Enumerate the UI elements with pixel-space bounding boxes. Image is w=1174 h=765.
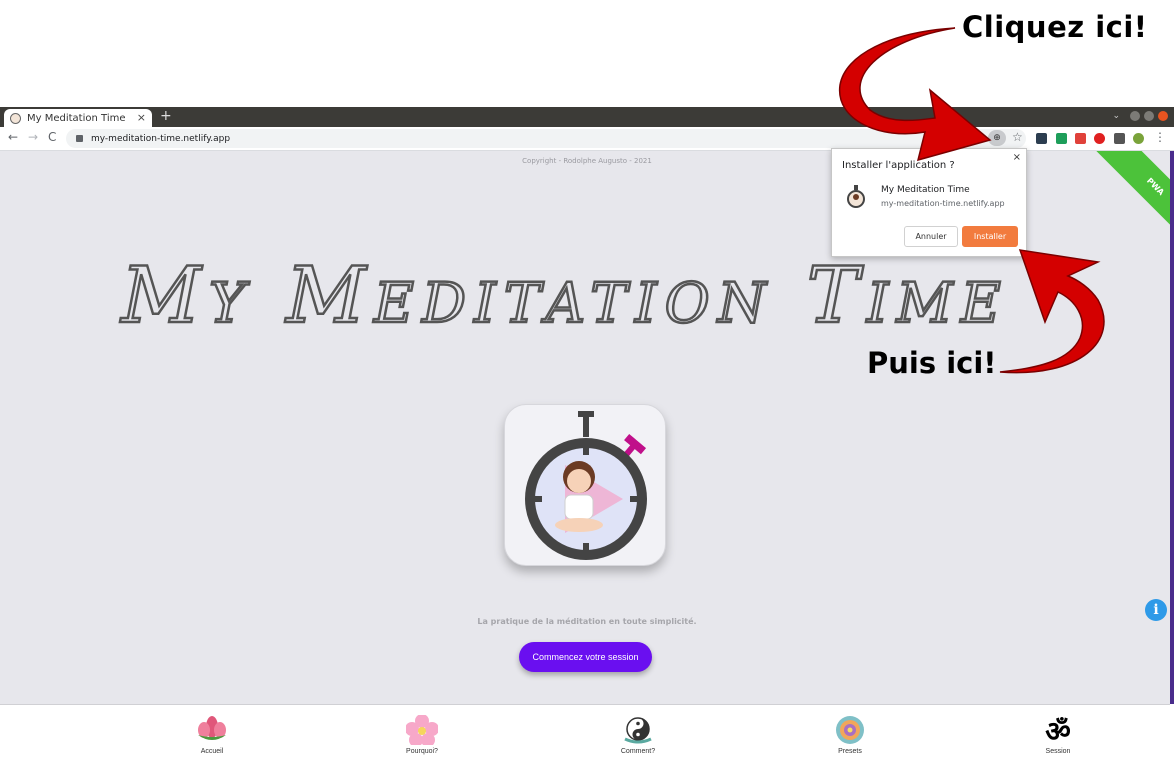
nav-item-session[interactable]: ॐ Session: [1008, 715, 1108, 755]
favicon-icon: [10, 112, 21, 124]
tab-close-icon[interactable]: ×: [137, 111, 146, 124]
extension-block-icon[interactable]: [1094, 133, 1105, 144]
page-title: My Meditation Time: [120, 250, 1009, 343]
tab-title: My Meditation Time: [27, 112, 126, 124]
window-controls: ⌄: [1112, 111, 1168, 121]
maximize-button[interactable]: [1144, 111, 1154, 121]
address-bar[interactable]: my-meditation-time.netlify.app: [66, 129, 1026, 148]
page-edge-bar: [1170, 151, 1174, 704]
svg-text:ॐ: ॐ: [1045, 715, 1071, 745]
profile-avatar[interactable]: [1133, 133, 1144, 144]
dialog-app-url: my-meditation-time.netlify.app: [881, 199, 1005, 208]
mandala-icon: [836, 716, 864, 744]
dialog-close-icon[interactable]: ×: [1013, 152, 1021, 163]
nav-label-pourquoi: Pourquoi?: [406, 748, 438, 755]
app-logo: [504, 404, 666, 566]
install-app-icon[interactable]: ⊕: [988, 130, 1006, 146]
start-session-button[interactable]: Commencez votre session: [519, 642, 652, 672]
dialog-app-name: My Meditation Time: [881, 185, 970, 195]
extension-dark-icon[interactable]: [1036, 133, 1047, 144]
back-button[interactable]: ←: [8, 130, 18, 144]
annotation-click-here: Cliquez ici!: [962, 10, 1148, 44]
stopwatch-meditation-icon: [525, 411, 647, 560]
dialog-app-icon: [847, 185, 865, 208]
url-text: my-meditation-time.netlify.app: [91, 133, 231, 144]
cancel-button[interactable]: Annuler: [904, 226, 958, 247]
lock-icon: [76, 135, 83, 142]
nav-item-presets[interactable]: Presets: [800, 715, 900, 755]
flower-icon: [406, 715, 438, 745]
install-button[interactable]: Installer: [962, 226, 1018, 247]
yin-yang-icon: [624, 717, 652, 744]
nav-label-presets: Presets: [838, 748, 862, 755]
tab-search-icon[interactable]: ⌄: [1112, 111, 1120, 121]
nav-label-session: Session: [1045, 748, 1071, 755]
nav-item-comment[interactable]: Comment?: [588, 715, 688, 755]
close-window-button[interactable]: [1158, 111, 1168, 121]
om-icon: ॐ: [1045, 715, 1071, 745]
nav-item-pourquoi[interactable]: Pourquoi?: [372, 715, 472, 755]
lotus-icon: [198, 716, 226, 740]
nav-item-accueil[interactable]: Accueil: [162, 715, 262, 755]
forward-button[interactable]: →: [28, 130, 38, 144]
browser-tab-bar: My Meditation Time × + ⌄: [0, 107, 1174, 127]
annotation-then-here: Puis ici!: [867, 346, 997, 380]
bottom-navigation: Accueil Pourquoi? Comment? Presets ॐ Ses…: [0, 704, 1170, 765]
browser-menu-icon[interactable]: ⋮: [1154, 130, 1166, 144]
browser-tab[interactable]: My Meditation Time ×: [4, 109, 152, 127]
new-tab-button[interactable]: +: [160, 108, 172, 124]
pwa-ribbon: PWA: [1090, 151, 1174, 252]
minimize-button[interactable]: [1130, 111, 1140, 121]
info-icon[interactable]: i: [1145, 599, 1167, 621]
nav-label-accueil: Accueil: [200, 748, 224, 755]
dialog-title: Installer l'application ?: [842, 160, 955, 171]
reload-button[interactable]: C: [48, 130, 56, 144]
extensions-puzzle-icon[interactable]: [1114, 133, 1125, 144]
tagline: La pratique de la méditation en toute si…: [477, 617, 697, 626]
nav-label-comment: Comment?: [620, 748, 656, 755]
extension-flag-icon[interactable]: [1056, 133, 1067, 144]
extension-red-icon[interactable]: [1075, 133, 1086, 144]
bookmark-star-icon[interactable]: ☆: [1012, 130, 1023, 144]
